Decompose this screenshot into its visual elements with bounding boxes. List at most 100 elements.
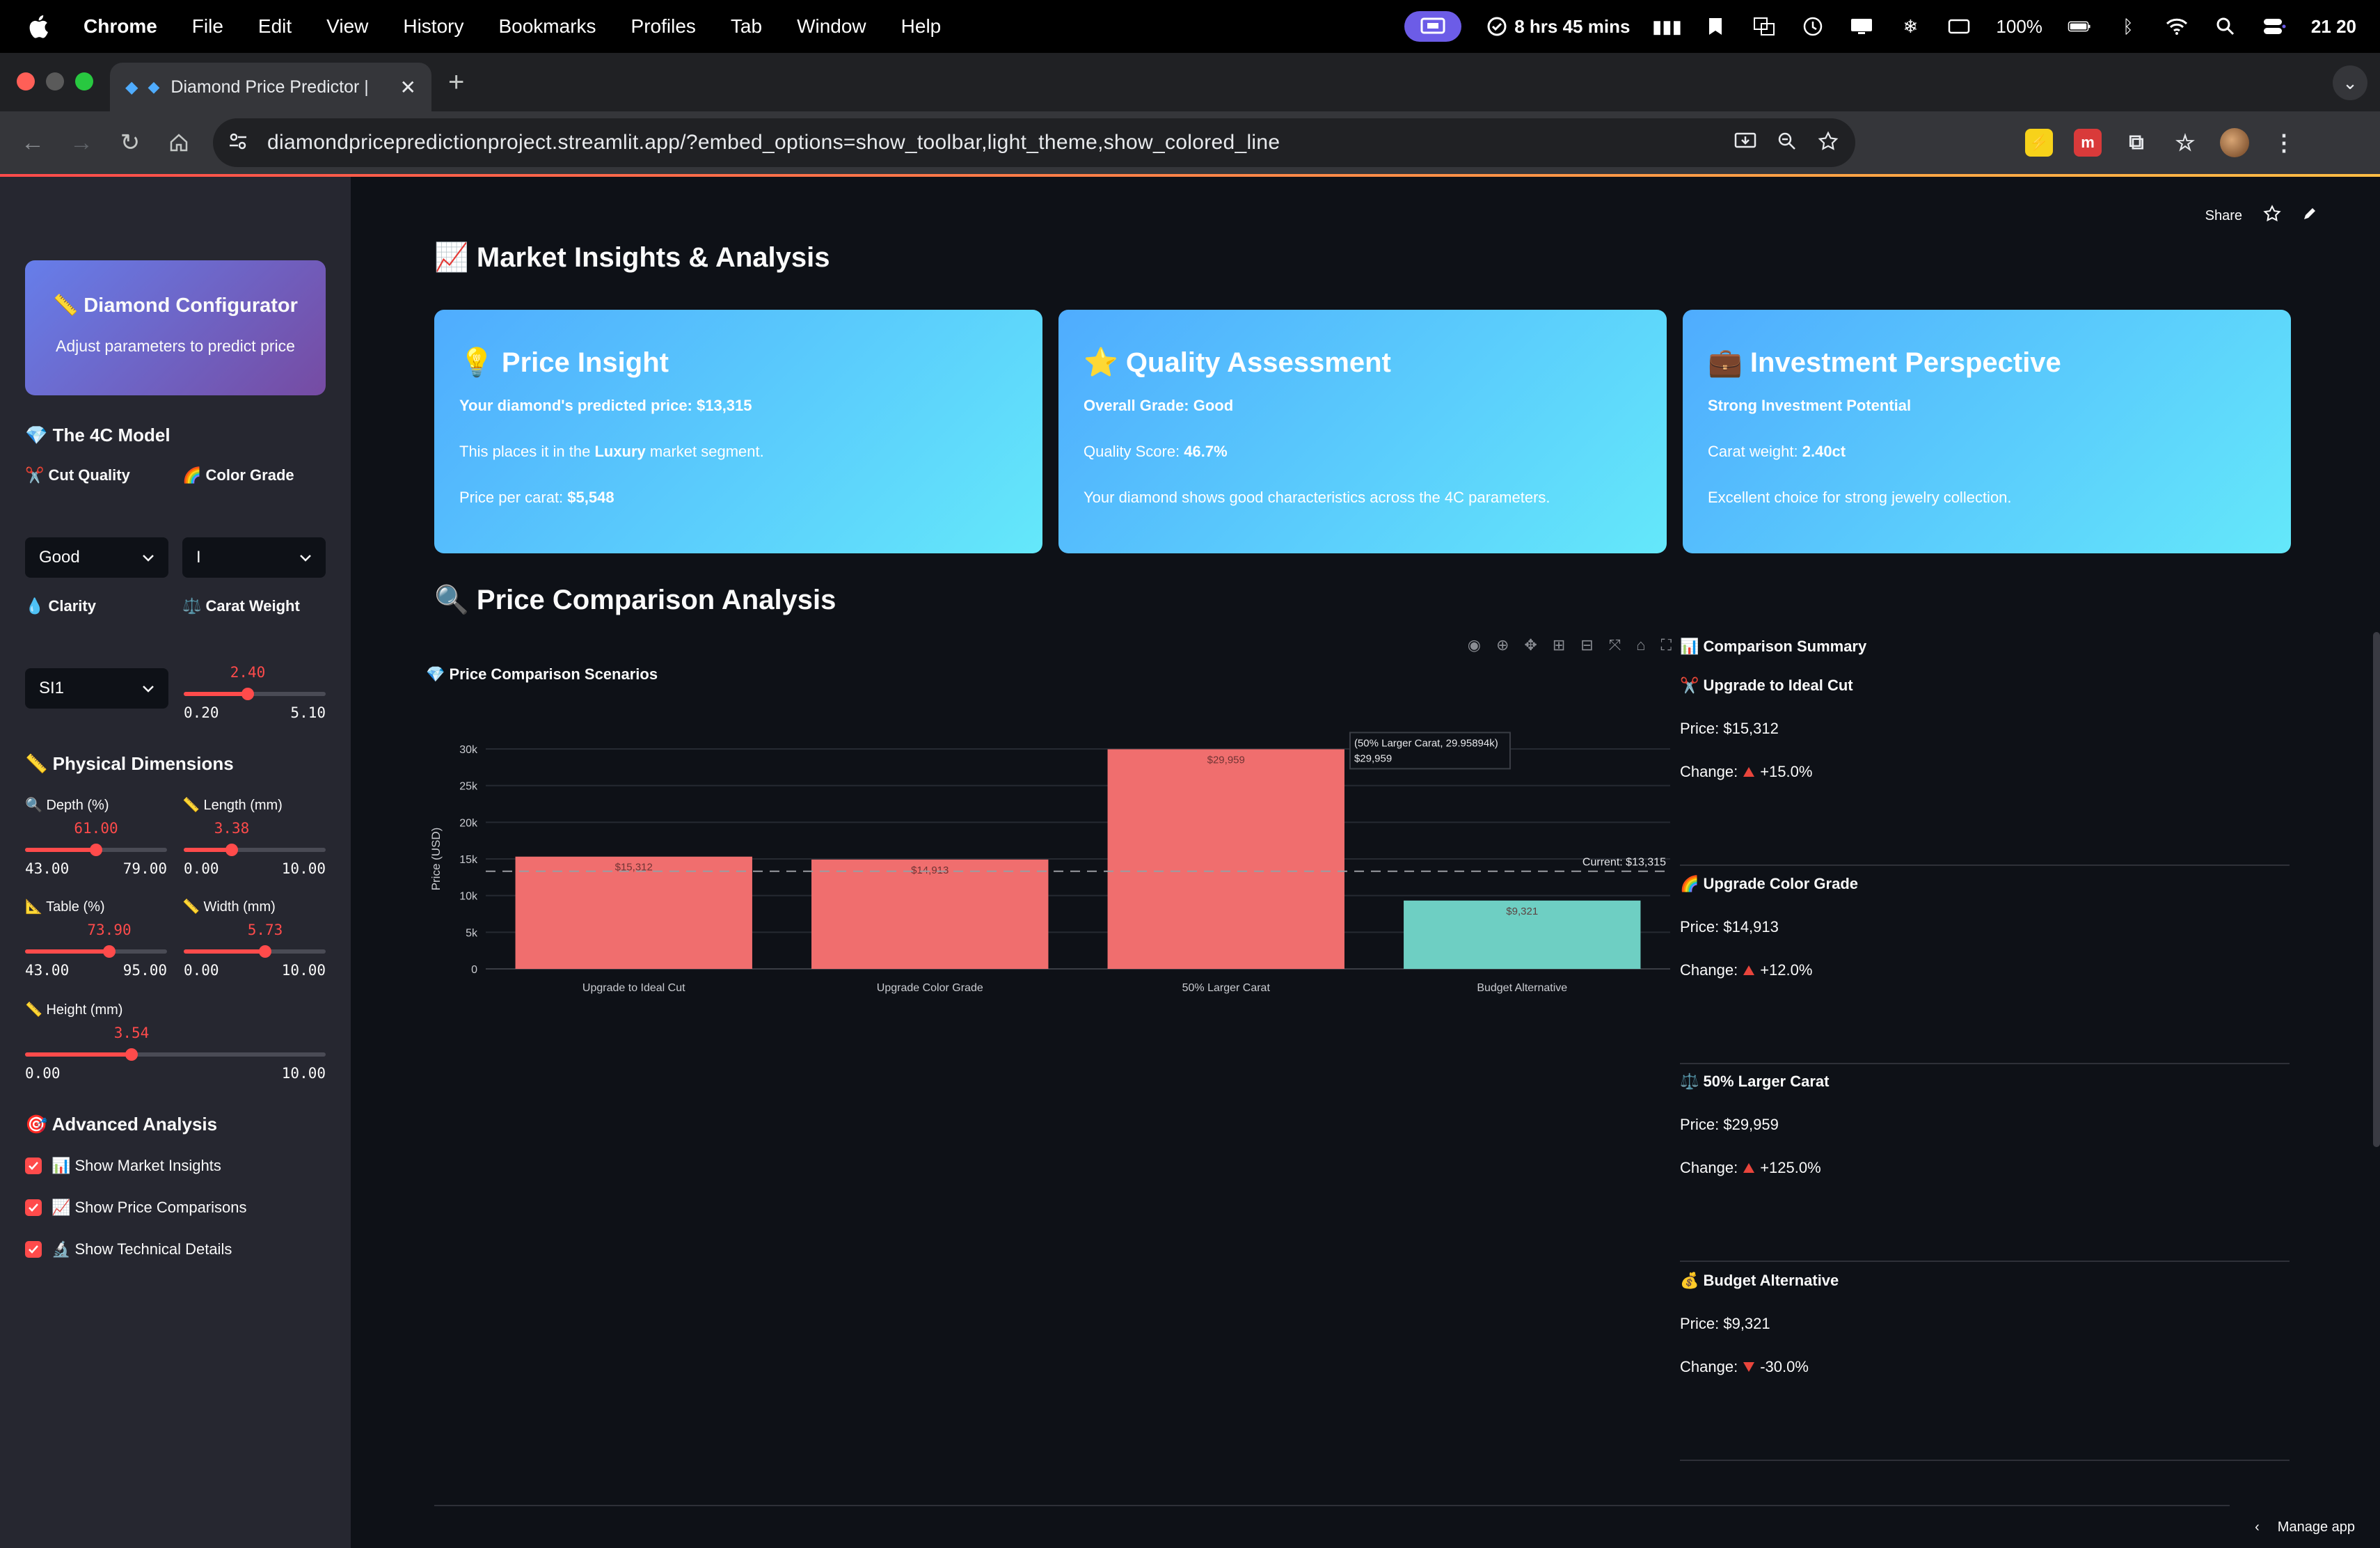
battery-icon[interactable] xyxy=(2068,15,2091,38)
main-scrollbar[interactable] xyxy=(2373,632,2380,1147)
show-market-insights-checkbox[interactable]: 📊 Show Market Insights xyxy=(25,1157,221,1175)
price-insight-title: 💡 Price Insight xyxy=(459,347,669,378)
focus-timer[interactable]: 8 hrs 45 mins xyxy=(1486,16,1630,38)
favorite-star-icon[interactable] xyxy=(2263,205,2281,227)
cut-quality-select[interactable]: Good xyxy=(25,537,168,578)
bluetooth-icon[interactable]: ᛒ xyxy=(2116,15,2140,38)
wifi-icon[interactable] xyxy=(2165,15,2189,38)
new-tab-button[interactable]: + xyxy=(448,67,464,98)
zoom-icon[interactable] xyxy=(1777,132,1797,155)
color-grade-value: I xyxy=(196,548,201,567)
slider-track[interactable] xyxy=(25,945,167,958)
browser-tab-active[interactable]: ◆ ◆ Diamond Price Predictor | ✕ xyxy=(110,63,431,111)
menu-view[interactable]: View xyxy=(326,15,368,38)
color-grade-select[interactable]: I xyxy=(182,537,326,578)
menu-bookmarks[interactable]: Bookmarks xyxy=(498,15,596,38)
bar-3[interactable] xyxy=(1107,749,1344,969)
spotlight-search-icon[interactable] xyxy=(2214,15,2237,38)
extension-red-icon[interactable]: m xyxy=(2074,129,2102,157)
clock[interactable]: 21 20 xyxy=(2311,16,2356,38)
bookmarks-star-icon[interactable]: ☆ xyxy=(2171,129,2199,157)
display-icon[interactable] xyxy=(1850,15,1873,38)
show-technical-details-checkbox[interactable]: 🔬 Show Technical Details xyxy=(25,1240,232,1258)
share-button[interactable]: Share xyxy=(2205,208,2242,224)
summary-divider xyxy=(1680,1261,2290,1262)
forward-arrow-icon[interactable]: → xyxy=(65,127,97,159)
summary-price: Price: $9,321 xyxy=(1680,1315,1770,1332)
manage-app-button[interactable]: ‹ Manage app xyxy=(2255,1519,2355,1535)
minimize-window-button[interactable] xyxy=(46,72,64,90)
back-arrow-icon[interactable]: ← xyxy=(17,127,49,159)
menu-file[interactable]: File xyxy=(192,15,223,38)
bookmark-icon[interactable] xyxy=(1704,15,1727,38)
clarity-select[interactable]: SI1 xyxy=(25,668,168,709)
waveform-icon[interactable]: ▮▮▮ xyxy=(1652,15,1682,38)
chrome-menu-icon[interactable]: ⋮ xyxy=(2270,129,2298,157)
battery-percent: 100% xyxy=(1996,15,2042,37)
carat-weight-label: ⚖️ Carat Weight xyxy=(182,597,300,615)
main-content: Share 📈 Market Insights & Analysis 💡 Pri… xyxy=(351,177,2380,1548)
slider-track[interactable] xyxy=(184,688,326,700)
slider-track[interactable] xyxy=(184,945,326,958)
width-slider[interactable]: 5.73 0.00 10.00 xyxy=(184,922,326,979)
depth-slider[interactable]: 61.00 43.00 79.00 xyxy=(25,820,167,877)
price-comparison-heading: 🔍 Price Comparison Analysis xyxy=(434,585,836,615)
menu-history[interactable]: History xyxy=(403,15,463,38)
slider-handle[interactable] xyxy=(90,844,102,856)
install-app-icon[interactable] xyxy=(1734,132,1756,155)
slider-handle[interactable] xyxy=(103,945,116,958)
price-insight-card: 💡 Price Insight Your diamond's predicted… xyxy=(434,310,1042,553)
carat-weight-slider[interactable]: 2.40 0.20 5.10 xyxy=(184,664,326,721)
menu-edit[interactable]: Edit xyxy=(258,15,292,38)
edit-pencil-icon[interactable] xyxy=(2302,206,2317,226)
menu-app-chrome[interactable]: Chrome xyxy=(84,15,157,38)
bar-chart-svg[interactable]: 05k10k15k20k25k30kPrice (USD) $15,312Upgr… xyxy=(426,636,1672,1165)
close-tab-icon[interactable]: ✕ xyxy=(400,76,416,99)
height-slider[interactable]: 3.54 0.00 10.00 xyxy=(25,1025,326,1082)
tab-search-chevron-icon[interactable]: ⌄ xyxy=(2333,65,2367,100)
snowflake-icon[interactable]: ❄ xyxy=(1898,15,1922,38)
menu-help[interactable]: Help xyxy=(901,15,942,38)
y-tick-label: 5k xyxy=(466,927,478,939)
bookmark-star-icon[interactable] xyxy=(1818,131,1839,155)
show-price-comparisons-checkbox[interactable]: 📈 Show Price Comparisons xyxy=(25,1199,247,1217)
checkmark-icon xyxy=(25,1241,42,1258)
keyboard-icon[interactable] xyxy=(1947,15,1971,38)
slider-track[interactable] xyxy=(25,844,167,856)
slider-handle[interactable] xyxy=(259,945,271,958)
site-settings-icon[interactable] xyxy=(228,132,248,155)
change-label: Change: xyxy=(1680,1358,1738,1375)
y-tick-label: 20k xyxy=(459,817,478,829)
reload-icon[interactable]: ↻ xyxy=(114,127,146,159)
slider-handle[interactable] xyxy=(225,844,238,856)
home-icon[interactable] xyxy=(163,127,195,159)
slider-track[interactable] xyxy=(25,1048,326,1061)
slider-handle[interactable] xyxy=(125,1048,138,1061)
arrow-up-icon xyxy=(1743,1163,1755,1173)
menu-tab[interactable]: Tab xyxy=(731,15,762,38)
address-bar[interactable]: diamondpricepredictionproject.streamlit.… xyxy=(213,118,1855,167)
menu-profiles[interactable]: Profiles xyxy=(631,15,696,38)
apple-logo-icon[interactable] xyxy=(28,15,49,38)
time-machine-icon[interactable] xyxy=(1801,15,1825,38)
slider-track[interactable] xyxy=(184,844,326,856)
four-c-heading: 💎 The 4C Model xyxy=(25,425,170,445)
chrome-tab-strip: ◆ ◆ Diamond Price Predictor | ✕ + ⌄ xyxy=(0,53,2380,111)
extensions-puzzle-icon[interactable]: ⧉ xyxy=(2123,129,2150,157)
close-window-button[interactable] xyxy=(17,72,35,90)
table-slider[interactable]: 73.90 43.00 95.00 xyxy=(25,922,167,979)
control-center-icon[interactable] xyxy=(2262,15,2286,38)
zoom-window-button[interactable] xyxy=(75,72,93,90)
slider-value: 61.00 xyxy=(74,820,118,837)
length-slider[interactable]: 3.38 0.00 10.00 xyxy=(184,820,326,877)
slider-min: 0.00 xyxy=(184,860,219,877)
bar-1[interactable] xyxy=(515,856,752,969)
extension-yellow-icon[interactable]: ⚡ xyxy=(2025,129,2053,157)
investment-potential-text: Strong Investment Potential xyxy=(1708,397,1912,414)
screen-sharing-icon[interactable] xyxy=(1404,11,1462,42)
translate-icon[interactable] xyxy=(1752,15,1776,38)
profile-avatar[interactable] xyxy=(2220,128,2249,157)
slider-handle[interactable] xyxy=(241,688,254,700)
carat-weight-text: Carat weight: 2.40ct xyxy=(1708,443,2266,461)
menu-window[interactable]: Window xyxy=(797,15,866,38)
